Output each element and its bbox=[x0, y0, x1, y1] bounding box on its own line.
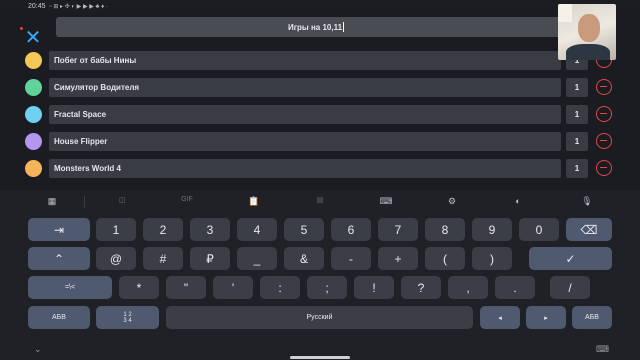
keyboard-toolbar: ▦ ◫ GIF 📋 ▤ ⌨ ⚙ ◐ 🎙 bbox=[0, 190, 640, 214]
list-item: Симулятор Водителя 1 bbox=[0, 76, 640, 98]
clipboard-icon[interactable]: 📋 bbox=[244, 196, 264, 208]
one-hand-mode-icon[interactable]: ▤ bbox=[310, 196, 330, 208]
apps-grid-icon[interactable]: ▦ bbox=[42, 196, 62, 208]
item-qty-field[interactable]: 1 bbox=[566, 105, 588, 124]
remove-icon[interactable] bbox=[596, 160, 612, 176]
key-8[interactable]: 8 bbox=[425, 218, 465, 241]
recording-indicator bbox=[20, 27, 23, 30]
key-5[interactable]: 5 bbox=[284, 218, 324, 241]
key-exclamation[interactable]: ! bbox=[354, 276, 394, 299]
item-name-field[interactable]: Fractal Space bbox=[49, 105, 561, 124]
gesture-handle[interactable] bbox=[290, 356, 350, 359]
key-symbols-page[interactable]: =\< bbox=[28, 276, 112, 299]
keyboard-switch-icon[interactable]: ⌨ bbox=[596, 344, 609, 355]
key-4[interactable]: 4 bbox=[237, 218, 277, 241]
key-minus[interactable]: - bbox=[331, 247, 371, 270]
webcam-background-lamp bbox=[558, 4, 572, 22]
on-screen-keyboard: ▦ ◫ GIF 📋 ▤ ⌨ ⚙ ◐ 🎙 ⇥ 1 2 3 4 5 6 7 8 9 … bbox=[0, 190, 640, 360]
key-9[interactable]: 9 bbox=[472, 218, 512, 241]
navigation-bar: ⌄ ⌨ bbox=[0, 340, 640, 360]
key-0[interactable]: 0 bbox=[519, 218, 559, 241]
key-1[interactable]: 1 bbox=[96, 218, 136, 241]
key-underscore[interactable]: _ bbox=[237, 247, 277, 270]
key-cursor-right[interactable]: ▸ bbox=[526, 306, 566, 329]
color-dot[interactable] bbox=[25, 133, 42, 150]
key-hash[interactable]: # bbox=[143, 247, 183, 270]
key-question[interactable]: ? bbox=[401, 276, 441, 299]
microphone-icon[interactable]: 🎙 bbox=[577, 196, 597, 208]
key-backspace[interactable]: ⌫ bbox=[566, 218, 612, 241]
key-cursor-left[interactable]: ◂ bbox=[480, 306, 520, 329]
webcam-person-head bbox=[578, 14, 600, 42]
item-name-field[interactable]: Симулятор Водителя bbox=[49, 78, 561, 97]
key-cyrillic-layout-right[interactable]: АБВ bbox=[572, 306, 612, 329]
key-asterisk[interactable]: * bbox=[119, 276, 159, 299]
key-apostrophe[interactable]: ' bbox=[213, 276, 253, 299]
keyboard-mode-icon[interactable]: ⌨ bbox=[376, 196, 396, 208]
status-bar: 20:45 ▫ ⊞ ▸ ✣ ◐ ▶ ▶ ▶ ♣ ♦ · bbox=[0, 0, 640, 13]
key-open-paren[interactable]: ( bbox=[425, 247, 465, 270]
sticker-icon[interactable]: ◫ bbox=[112, 196, 132, 208]
item-name-field[interactable]: Побег от бабы Нины bbox=[49, 51, 561, 70]
key-tab[interactable]: ⇥ bbox=[28, 218, 90, 241]
key-cyrillic-layout[interactable]: АБВ bbox=[28, 306, 90, 329]
item-name-field[interactable]: House Flipper bbox=[49, 132, 561, 151]
key-7[interactable]: 7 bbox=[378, 218, 418, 241]
color-dot[interactable] bbox=[25, 79, 42, 96]
key-space[interactable]: Русский bbox=[166, 306, 473, 329]
key-numpad[interactable]: 1 2 3 4 bbox=[96, 306, 159, 329]
notification-icons: ▫ ⊞ ▸ ✣ ◐ ▶ ▶ ▶ ♣ ♦ · bbox=[49, 4, 108, 10]
list-item: Побег от бабы Нины 1 bbox=[0, 49, 640, 71]
list-title-input[interactable]: Игры на 10,11 bbox=[56, 17, 576, 37]
key-3[interactable]: 3 bbox=[190, 218, 230, 241]
gif-icon[interactable]: GIF bbox=[177, 196, 197, 208]
remove-icon[interactable] bbox=[596, 79, 612, 95]
numpad-label-bottom: 3 4 bbox=[123, 317, 132, 324]
item-qty-field[interactable]: 1 bbox=[566, 159, 588, 178]
list-item: Monsters World 4 1 bbox=[0, 157, 640, 179]
key-ruble[interactable]: ₽ bbox=[190, 247, 230, 270]
chevron-down-icon[interactable]: ⌄ bbox=[34, 344, 42, 355]
key-double-quote[interactable]: " bbox=[166, 276, 206, 299]
item-qty-field[interactable]: 1 bbox=[566, 132, 588, 151]
key-shift[interactable]: ⌃ bbox=[28, 247, 90, 270]
key-close-paren[interactable]: ) bbox=[472, 247, 512, 270]
webcam-person-body bbox=[566, 44, 610, 60]
color-dot[interactable] bbox=[25, 52, 42, 69]
app-screen: ✕ Игры на 10,11 Побег от бабы Нины 1 Сим… bbox=[0, 13, 640, 190]
theme-palette-icon[interactable]: ◐ bbox=[508, 196, 528, 208]
key-period[interactable]: . bbox=[495, 276, 535, 299]
key-enter[interactable]: ✓ bbox=[529, 247, 612, 270]
color-dot[interactable] bbox=[25, 160, 42, 177]
list-item: House Flipper 1 bbox=[0, 130, 640, 152]
settings-gear-icon[interactable]: ⚙ bbox=[442, 196, 462, 208]
key-plus[interactable]: + bbox=[378, 247, 418, 270]
status-time: 20:45 bbox=[28, 3, 46, 10]
list-item: Fractal Space 1 bbox=[0, 103, 640, 125]
key-at[interactable]: @ bbox=[96, 247, 136, 270]
key-slash[interactable]: / bbox=[550, 276, 590, 299]
close-icon[interactable]: ✕ bbox=[24, 28, 42, 48]
key-2[interactable]: 2 bbox=[143, 218, 183, 241]
webcam-overlay bbox=[558, 4, 616, 60]
text-cursor bbox=[343, 22, 345, 32]
toolbar-divider bbox=[84, 196, 85, 208]
key-ampersand[interactable]: & bbox=[284, 247, 324, 270]
key-colon[interactable]: : bbox=[260, 276, 300, 299]
remove-icon[interactable] bbox=[596, 133, 612, 149]
key-6[interactable]: 6 bbox=[331, 218, 371, 241]
item-qty-field[interactable]: 1 bbox=[566, 78, 588, 97]
key-comma[interactable]: , bbox=[448, 276, 488, 299]
key-semicolon[interactable]: ; bbox=[307, 276, 347, 299]
item-name-field[interactable]: Monsters World 4 bbox=[49, 159, 561, 178]
color-dot[interactable] bbox=[25, 106, 42, 123]
remove-icon[interactable] bbox=[596, 106, 612, 122]
